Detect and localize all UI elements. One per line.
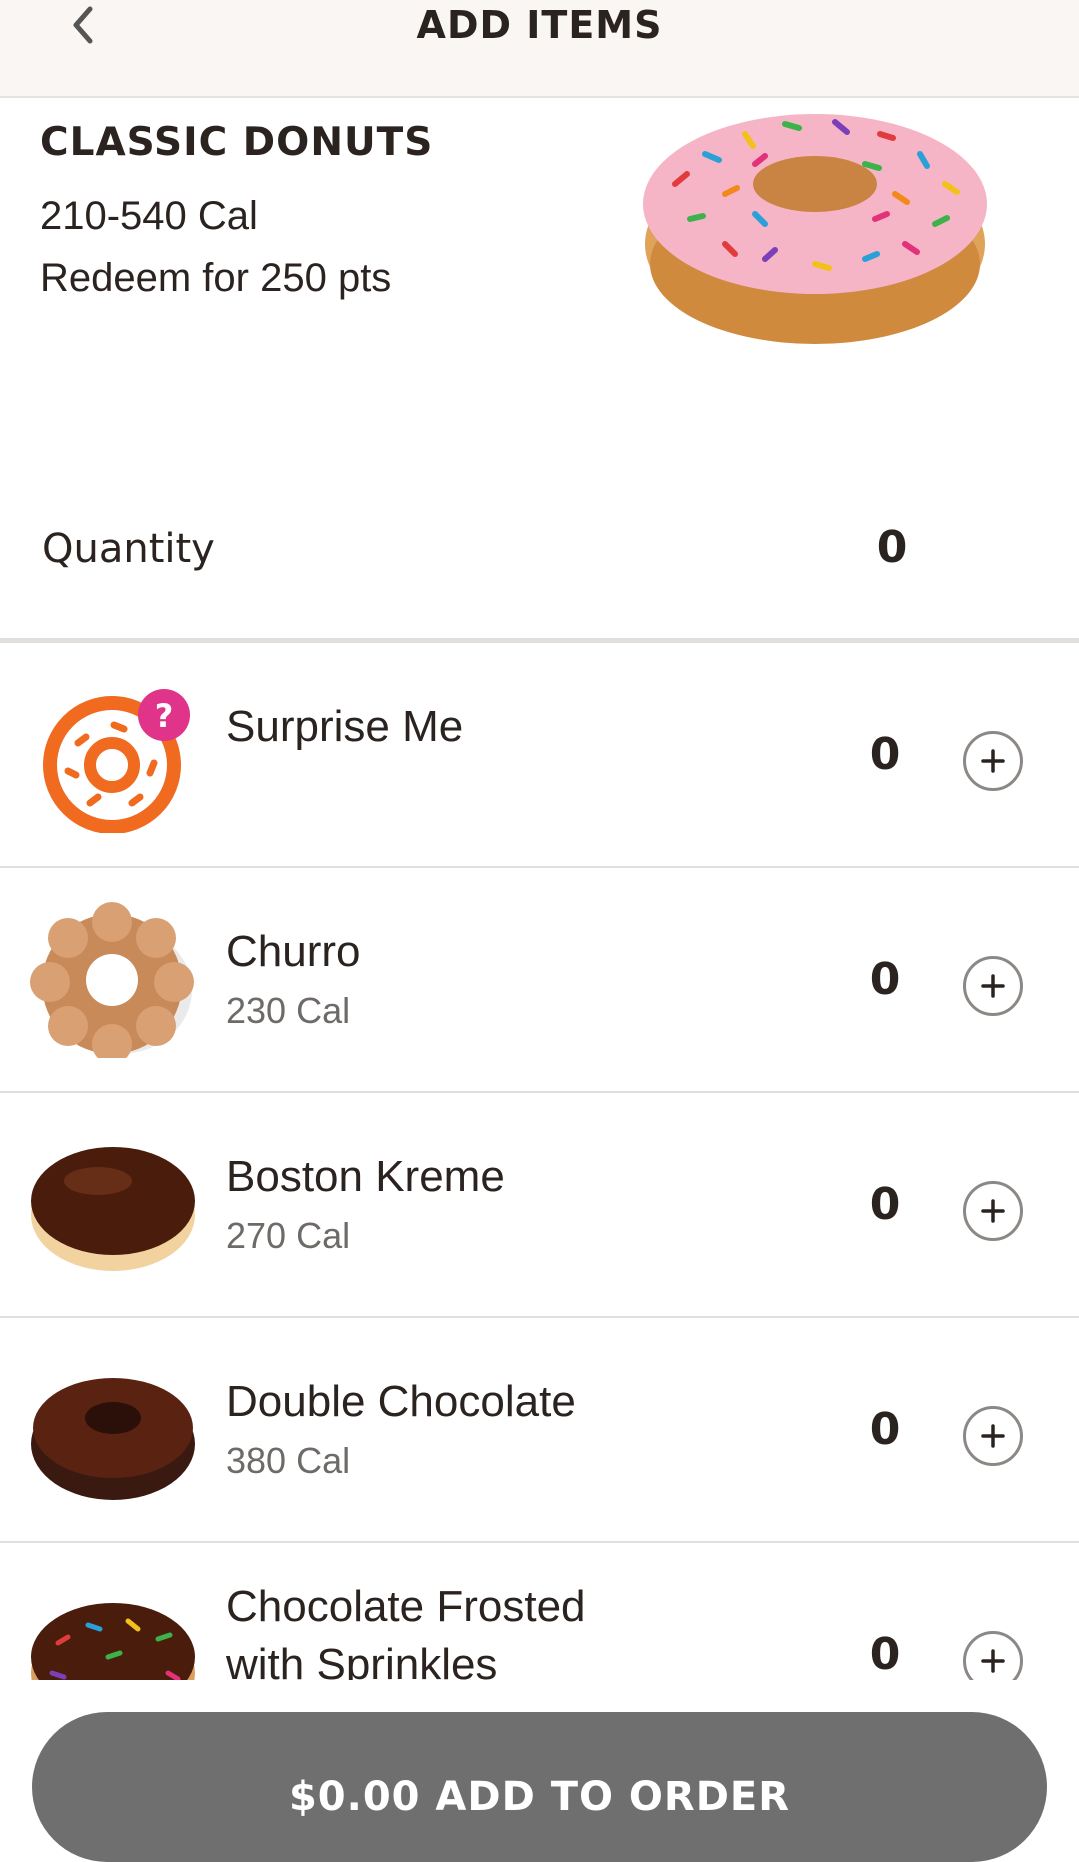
page-title: ADD ITEMS [416,3,663,47]
plus-icon [981,749,1005,773]
product-name: CLASSIC DONUTS [40,120,434,165]
item-calories: 230 Cal [226,990,351,1031]
item-quantity: 0 [869,729,901,780]
add-button[interactable] [963,956,1023,1016]
quantity-label: Quantity [42,526,215,572]
plus-icon [981,1199,1005,1223]
item-name: Double Chocolate [226,1377,576,1426]
item-calories: 380 Cal [226,1440,351,1481]
list-item[interactable]: Boston Kreme 270 Cal 0 [0,1093,1079,1318]
quantity-total: 0 [876,522,908,573]
plus-icon [981,1424,1005,1448]
churro-donut-image [30,902,194,1058]
item-calories: 270 Cal [226,1215,351,1256]
list-item[interactable]: ? Surprise Me 0 [0,643,1079,868]
item-quantity: 0 [869,1179,901,1230]
list-item[interactable]: Double Chocolate 380 Cal 0 [0,1318,1079,1543]
add-button[interactable] [963,1406,1023,1466]
list-item[interactable]: Churro 230 Cal 0 [0,868,1079,1093]
double-chocolate-image [31,1378,195,1500]
product-points: Redeem for 250 pts [40,256,392,300]
item-quantity: 0 [869,1404,901,1455]
plus-icon [981,974,1005,998]
item-quantity: 0 [869,954,901,1005]
plus-icon [981,1649,1005,1673]
item-name: Churro [226,927,361,976]
item-quantity: 0 [869,1629,901,1680]
item-name-line1: Chocolate Frosted [226,1582,586,1631]
strawberry-sprinkle-donut-image [643,114,987,344]
add-to-order-label: $0.00 ADD TO ORDER [288,1774,791,1820]
donut-list: ? Surprise Me 0 Churro 230 Cal 0 Boston … [0,643,1079,1768]
add-button[interactable] [963,1181,1023,1241]
boston-kreme-image [31,1147,195,1271]
svg-text:?: ? [155,697,174,735]
product-header: CLASSIC DONUTS 210-540 Cal Redeem for 25… [0,98,1079,638]
item-name: Boston Kreme [226,1152,505,1201]
surprise-donut-icon: ? [43,689,190,833]
add-button[interactable] [963,731,1023,791]
item-name: Surprise Me [226,702,464,751]
product-calories: 210-540 Cal [40,194,258,238]
top-bar: ADD ITEMS [0,0,1079,98]
